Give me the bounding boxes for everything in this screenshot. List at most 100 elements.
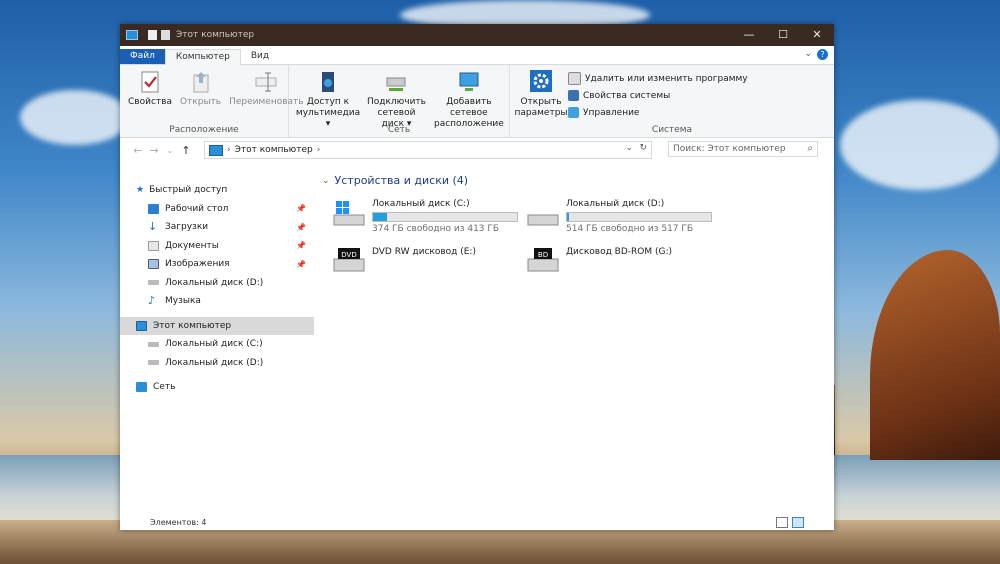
search-input[interactable]: Поиск: Этот компьютер ⌕ [668,141,818,157]
tab-computer[interactable]: Компьютер [164,49,241,65]
drive-e-dvd[interactable]: DVD DVD RW дисковод (E:) [332,245,476,275]
manage-item[interactable]: Управление [568,104,748,121]
uninstall-program-item[interactable]: Удалить или изменить программу [568,70,748,87]
nav-documents-label: Документы [165,240,219,251]
minimize-button[interactable]: — [732,24,766,46]
open-icon [193,72,209,93]
breadcrumb-this-pc[interactable]: Этот компьютер [235,145,313,155]
svg-text:BD: BD [538,251,548,259]
group-label-location: Расположение [169,125,239,135]
pin-icon[interactable]: 📌 [296,241,306,250]
gear-icon [530,70,552,92]
drive-e-name: DVD RW дисковод (E:) [372,247,476,257]
pin-icon[interactable]: 📌 [296,260,306,269]
system-properties-label: Свойства системы [583,90,671,101]
nav-music[interactable]: ♪ Музыка [120,292,314,311]
computer-icon [209,144,223,156]
nav-pictures[interactable]: Изображения 📌 [120,255,314,274]
properties-icon [141,71,159,93]
drive-icon [527,214,559,226]
breadcrumb-separator-icon[interactable]: › [227,145,231,155]
drive-c[interactable]: Локальный диск (C:) 374 ГБ свободно из 4… [332,199,518,234]
chevron-down-icon[interactable]: ⌄ [804,49,812,59]
computer-icon [126,30,138,40]
nav-network[interactable]: Сеть [120,378,314,397]
recent-chevron-icon[interactable]: ⌄ [162,146,178,155]
group-location: Свойства Открыть Переименовать Расположе… [120,65,304,137]
open-settings-label: Открыть параметры [514,97,568,118]
pin-icon[interactable]: 📌 [296,204,306,213]
content-pane: ⌄ Устройства и диски (4) Локальный диск … [314,161,834,514]
details-view-icon[interactable] [776,517,788,528]
open-label: Открыть [179,97,222,107]
nav-local-disk-d-quick[interactable]: Локальный диск (D:) [120,274,314,293]
nav-desktop-label: Рабочий стол [165,203,229,214]
new-folder-quick-icon[interactable] [161,30,170,40]
nav-local-disk-c-label: Локальный диск (C:) [165,339,263,350]
drive-d[interactable]: Локальный диск (D:) 514 ГБ свободно из 5… [526,199,712,234]
tab-file[interactable]: Файл [120,49,165,64]
refresh-icon[interactable]: ↻ [639,143,647,153]
nav-desktop[interactable]: Рабочий стол 📌 [120,200,314,219]
search-placeholder: Поиск: Этот компьютер [673,144,786,154]
open-button[interactable]: Открыть [176,69,225,108]
drive-g-name: Дисковод BD-ROM (G:) [566,247,673,257]
map-network-drive-button[interactable]: Подключить сетевой диск ▾ [363,69,430,130]
pin-icon[interactable]: 📌 [296,223,306,232]
search-icon[interactable]: ⌕ [807,143,813,154]
drive-c-usage-bar [372,212,518,222]
network-icon [136,382,147,393]
nav-documents[interactable]: Документы 📌 [120,237,314,256]
breadcrumb-chevron-icon[interactable]: › [317,145,321,155]
computer-icon [136,320,147,331]
address-dropdown-icon[interactable]: ⌄ [625,143,633,153]
tab-view[interactable]: Вид [241,49,279,64]
drive-d-usage-bar [566,212,712,222]
properties-label: Свойства [128,97,172,107]
ribbon-tabs: Файл Компьютер Вид ⌄ ? [120,46,834,65]
nav-downloads-label: Загрузки [165,222,209,233]
address-bar[interactable]: › Этот компьютер › ⌄ ↻ [204,141,652,159]
chevron-down-icon[interactable]: ⌄ [322,176,330,186]
manage-label: Управление [583,107,640,118]
back-arrow-icon[interactable]: ← [130,144,146,157]
address-toolbar: ← → ⌄ ↑ › Этот компьютер › ⌄ ↻ Поиск: Эт… [120,138,834,162]
drive-icon [148,341,159,347]
nav-local-disk-d-label: Локальный диск (D:) [165,357,264,368]
devices-group-title: Устройства и диски (4) [334,174,469,187]
devices-group-header[interactable]: ⌄ Устройства и диски (4) [322,174,468,187]
nav-downloads[interactable]: ↓ Загрузки 📌 [120,218,314,237]
svg-text:DVD: DVD [341,251,356,259]
open-settings-button[interactable]: Открыть параметры [514,69,568,119]
nav-network-label: Сеть [153,382,176,393]
forward-arrow-icon[interactable]: → [146,144,162,157]
properties-quick-icon[interactable] [148,30,157,40]
up-arrow-icon[interactable]: ↑ [178,144,194,157]
rename-icon [255,72,277,92]
system-properties-item[interactable]: Свойства системы [568,87,748,104]
maximize-button[interactable]: ☐ [766,24,800,46]
group-network: Доступ к мультимедиа ▾ Подключить сетево… [289,65,510,137]
help-icon[interactable]: ? [817,49,828,60]
close-button[interactable]: ✕ [800,24,834,46]
nav-quick-access[interactable]: ★ Быстрый доступ [120,181,314,200]
nav-local-disk-c[interactable]: Локальный диск (C:) [120,335,314,354]
media-server-icon [322,72,334,92]
nav-music-label: Музыка [165,296,201,307]
desktop-icon [148,203,159,214]
uninstall-icon [568,72,581,85]
media-access-button[interactable]: Доступ к мультимедиа ▾ [293,69,363,130]
file-explorer-window: Этот компьютер — ☐ ✕ Файл Компьютер Вид … [120,24,834,530]
music-icon: ♪ [148,294,156,308]
properties-button[interactable]: Свойства [124,69,176,108]
nav-this-pc[interactable]: Этот компьютер [120,316,314,335]
system-actions-list: Удалить или изменить программу Свойства … [568,69,748,121]
ribbon: Свойства Открыть Переименовать Расположе… [120,65,834,138]
add-network-location-button[interactable]: Добавить сетевое расположение [430,69,508,130]
tiles-view-icon[interactable] [792,517,804,528]
nav-quick-access-label: Быстрый доступ [149,185,228,196]
drive-g-bd[interactable]: BD Дисковод BD-ROM (G:) [526,245,672,275]
status-bar: Элементов: 4 [120,514,834,530]
nav-local-disk-d[interactable]: Локальный диск (D:) [120,354,314,373]
title-bar[interactable]: Этот компьютер — ☐ ✕ [120,24,834,46]
